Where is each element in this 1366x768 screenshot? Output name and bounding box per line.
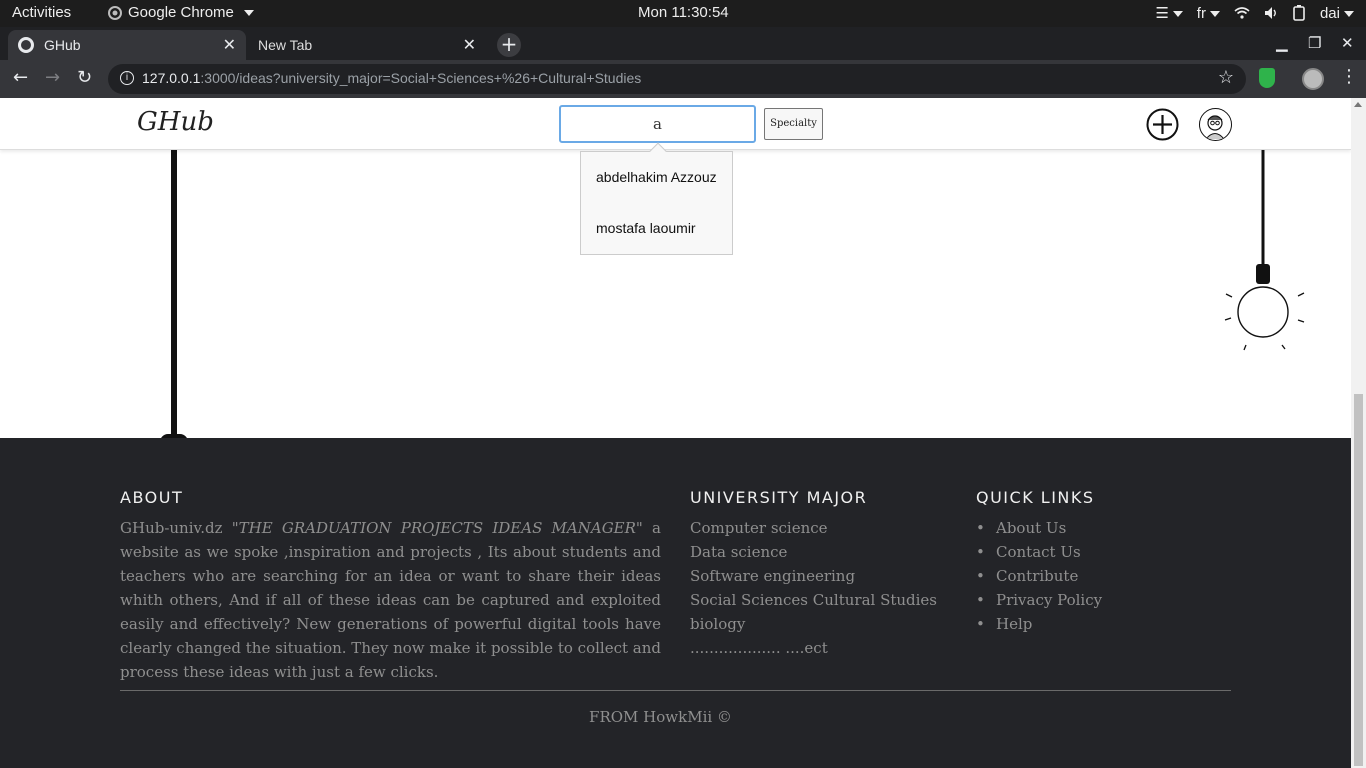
user-name: dai bbox=[1319, 4, 1340, 22]
url-text[interactable]: 127.0.0.1:3000/ideas?university_major=So… bbox=[142, 70, 641, 86]
about-body: a website as we spoke ,inspiration and p… bbox=[120, 519, 661, 681]
clock[interactable]: Mon 11:30:54 bbox=[638, 4, 729, 21]
battery-icon[interactable] bbox=[1292, 5, 1306, 21]
address-bar[interactable]: i 127.0.0.1:3000/ideas?university_major=… bbox=[108, 64, 1246, 94]
info-icon[interactable]: i bbox=[120, 71, 134, 85]
language-selector[interactable]: fr bbox=[1197, 5, 1220, 22]
app-menu-label: Google Chrome bbox=[128, 4, 234, 21]
major-link[interactable]: ................... ....ect bbox=[690, 636, 937, 660]
chevron-down-icon bbox=[1344, 10, 1354, 17]
menu-lines-icon[interactable]: ☰ bbox=[1155, 4, 1183, 22]
site-logo[interactable]: GHub bbox=[137, 107, 214, 137]
system-tray[interactable]: ☰ fr dai bbox=[1155, 4, 1354, 22]
globe-icon bbox=[18, 37, 34, 53]
tab-new-tab[interactable]: New Tab ✕ bbox=[248, 30, 486, 60]
chevron-down-icon bbox=[243, 9, 254, 16]
quick-link[interactable]: Privacy Policy bbox=[976, 588, 1102, 612]
scroll-up-arrow-icon[interactable] bbox=[1354, 102, 1362, 107]
specialty-button[interactable]: Specialty bbox=[764, 108, 823, 140]
footer-divider bbox=[120, 690, 1231, 691]
browser-tab-strip: GHub ✕ New Tab ✕ + bbox=[0, 27, 1366, 60]
browser-toolbar: ← → ↻ i 127.0.0.1:3000/ideas?university_… bbox=[0, 60, 1366, 98]
wifi-icon[interactable] bbox=[1234, 6, 1250, 20]
volume-icon[interactable] bbox=[1264, 6, 1278, 20]
search-suggestions: abdelhakim Azzouz mostafa laoumir bbox=[580, 142, 733, 255]
back-arrow-icon[interactable]: ← bbox=[13, 67, 28, 88]
major-link[interactable]: Data science bbox=[690, 540, 937, 564]
system-top-bar: Activities Google Chrome Mon 11:30:54 ☰ … bbox=[0, 0, 1366, 27]
bookmark-star-icon[interactable]: ☆ bbox=[1218, 67, 1234, 88]
quick-links-list: About Us Contact Us Contribute Privacy P… bbox=[976, 516, 1102, 636]
major-link[interactable]: Software engineering bbox=[690, 564, 937, 588]
university-major-heading: UNIVERSITY MAJOR bbox=[690, 488, 868, 507]
lamp-cord bbox=[171, 150, 177, 440]
chevron-down-icon bbox=[1209, 10, 1220, 17]
tab-label: GHub bbox=[44, 37, 81, 53]
about-quote: "THE GRADUATION PROJECTS IDEAS MANAGER" bbox=[231, 519, 643, 537]
university-major-list: Computer science Data science Software e… bbox=[690, 516, 937, 660]
window-close-icon[interactable]: ✕ bbox=[1341, 34, 1354, 52]
app-menu[interactable]: Google Chrome bbox=[108, 4, 254, 21]
profile-avatar[interactable] bbox=[1302, 68, 1324, 90]
shield-extension-icon[interactable] bbox=[1259, 68, 1275, 88]
site-header: GHub a Specialty bbox=[0, 98, 1351, 150]
user-avatar[interactable] bbox=[1199, 108, 1232, 141]
web-page: GHub a Specialty abdelhakim Azzouz mosta… bbox=[0, 98, 1351, 768]
site-footer: ABOUT GHub-univ.dz "THE GRADUATION PROJE… bbox=[0, 438, 1351, 768]
add-idea-icon[interactable] bbox=[1146, 108, 1179, 141]
search-input[interactable]: a bbox=[559, 105, 756, 143]
major-link[interactable]: Computer science bbox=[690, 516, 937, 540]
about-text: GHub-univ.dz "THE GRADUATION PROJECTS ID… bbox=[120, 516, 661, 684]
cartoon-face-icon bbox=[1205, 115, 1225, 140]
about-brand: GHub-univ.dz bbox=[120, 519, 223, 537]
quick-link[interactable]: Help bbox=[976, 612, 1102, 636]
copyright: FROM HowkMii © bbox=[589, 708, 732, 726]
minimize-icon[interactable]: ▁ bbox=[1276, 34, 1288, 52]
major-link[interactable]: biology bbox=[690, 612, 937, 636]
quick-link[interactable]: Contribute bbox=[976, 564, 1102, 588]
quick-link[interactable]: About Us bbox=[976, 516, 1102, 540]
tab-label: New Tab bbox=[258, 37, 313, 53]
page-scrollbar[interactable] bbox=[1351, 98, 1366, 768]
close-icon[interactable]: ✕ bbox=[463, 35, 476, 55]
scrollbar-thumb[interactable] bbox=[1354, 394, 1363, 766]
about-heading: ABOUT bbox=[120, 488, 184, 507]
suggestion-item[interactable]: abdelhakim Azzouz bbox=[596, 169, 717, 185]
major-link[interactable]: Social Sciences Cultural Studies bbox=[690, 588, 937, 612]
close-icon[interactable]: ✕ bbox=[223, 35, 236, 55]
language-label: fr bbox=[1196, 4, 1206, 22]
quick-link[interactable]: Contact Us bbox=[976, 540, 1102, 564]
restore-icon[interactable]: ❐ bbox=[1308, 34, 1321, 52]
chevron-down-icon bbox=[1172, 11, 1183, 18]
quick-links-heading: QUICK LINKS bbox=[976, 488, 1095, 507]
reload-icon[interactable]: ↻ bbox=[77, 67, 92, 88]
tab-ghub[interactable]: GHub ✕ bbox=[8, 30, 246, 60]
activities-button[interactable]: Activities bbox=[12, 4, 71, 21]
new-tab-button[interactable]: + bbox=[497, 33, 521, 57]
light-bulb-icon bbox=[1224, 148, 1305, 351]
suggestion-item[interactable]: mostafa laoumir bbox=[596, 220, 696, 236]
forward-arrow-icon[interactable]: → bbox=[45, 67, 60, 88]
user-menu[interactable]: dai bbox=[1320, 5, 1354, 22]
more-menu-icon[interactable]: ⋮ bbox=[1340, 66, 1358, 87]
chrome-icon bbox=[108, 5, 122, 20]
